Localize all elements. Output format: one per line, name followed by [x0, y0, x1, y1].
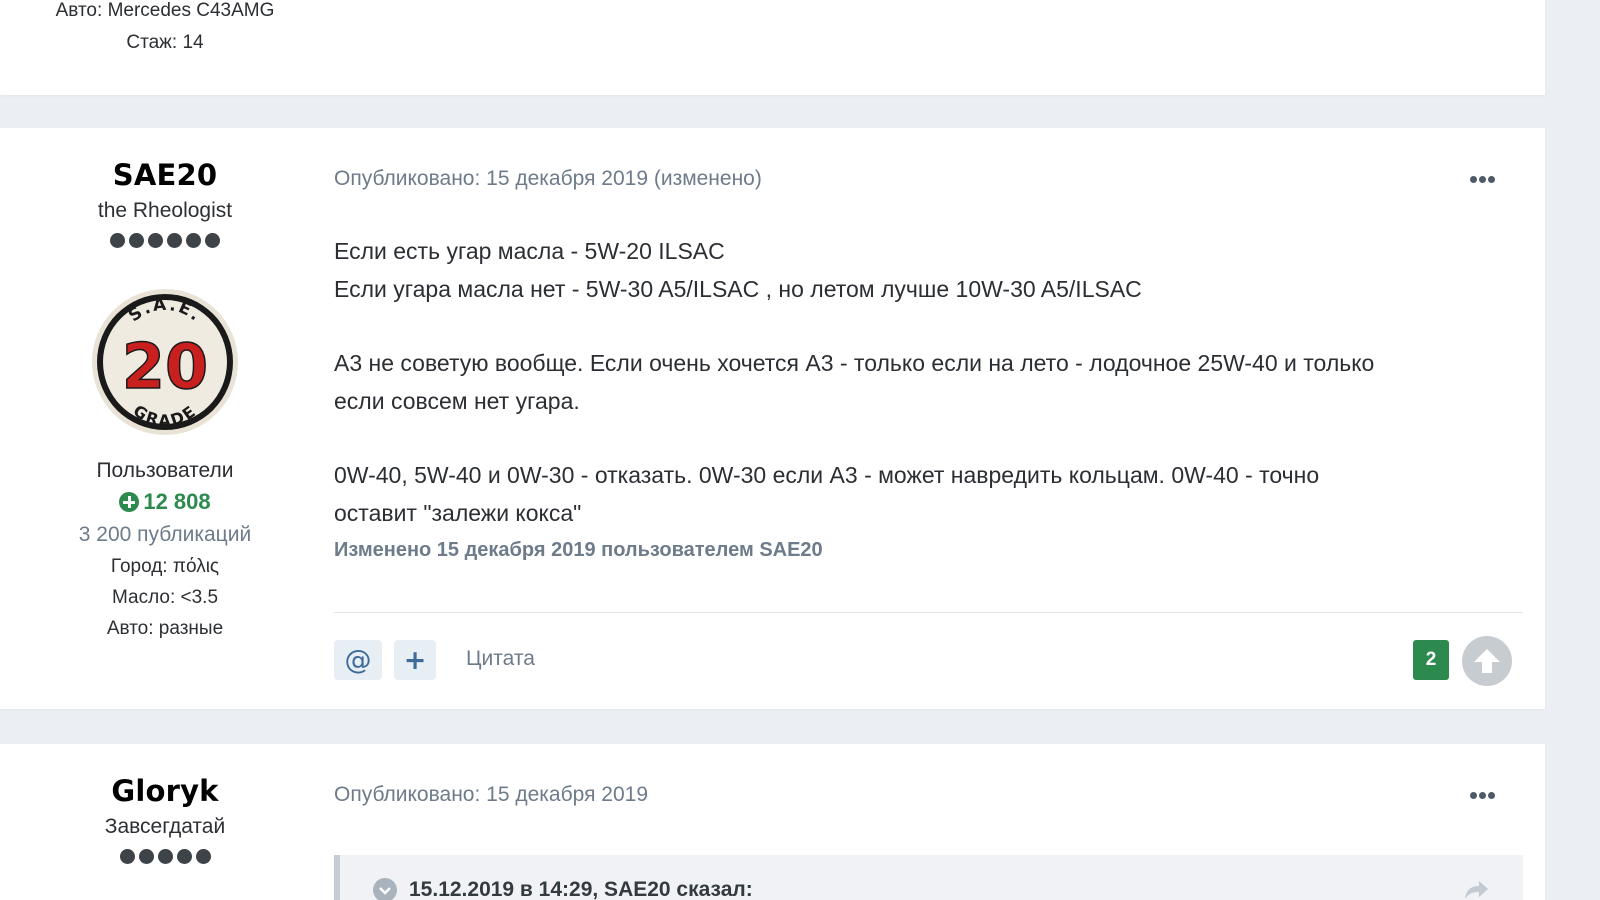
experience-value: 14	[182, 32, 204, 53]
author-name[interactable]: Gloryk	[0, 774, 330, 808]
avatar-number: 20	[122, 330, 208, 403]
mention-button[interactable]: @	[334, 640, 382, 680]
multiquote-button[interactable]: +	[394, 640, 436, 680]
post-card: SAE20 the Rheologist S.A.E. 20 GRADE Пол…	[0, 128, 1545, 709]
quote-block: 15.12.2019 в 14:29, SAE20 сказал:	[334, 855, 1523, 900]
quote-header[interactable]: 15.12.2019 в 14:29, SAE20 сказал:	[373, 878, 753, 900]
post-card: Авто: Mercedes C43AMG Стаж: 14	[0, 0, 1545, 95]
author-name[interactable]: SAE20	[0, 158, 330, 192]
more-options-icon[interactable]	[1470, 792, 1497, 799]
auto-label: Авто:	[55, 0, 103, 21]
quote-button[interactable]: Цитата	[466, 647, 535, 671]
post-date[interactable]: Опубликовано: 15 декабря 2019 (изменено)	[334, 167, 762, 191]
author-auto: Авто: Mercedes C43AMG	[0, 0, 330, 22]
author-auto: Авто: разные	[0, 618, 330, 640]
author-info: SAE20 the Rheologist S.A.E. 20 GRADE Пол…	[0, 158, 330, 640]
rank-dots	[0, 849, 330, 864]
oil-label: Масло:	[111, 587, 176, 608]
edited-note: Изменено 15 декабря 2019 пользователем S…	[334, 539, 823, 561]
plus-circle-icon	[119, 492, 140, 512]
post-text-line: А3 не советую вообще. Если очень хочется…	[334, 350, 1375, 376]
post-text-line: 0W-40, 5W-40 и 0W-30 - отказать. 0W-30 е…	[334, 462, 1320, 488]
author-title: the Rheologist	[97, 199, 233, 222]
author-info: Gloryk Завсегдатай	[0, 774, 330, 864]
reputation: 12 808	[0, 489, 330, 515]
rank-dots	[0, 233, 330, 248]
author-oil: Масло: <3.5	[0, 587, 330, 609]
auto-value: Mercedes C43AMG	[107, 0, 275, 21]
author-city: Город: πόλις	[0, 556, 330, 578]
author-info: Авто: Mercedes C43AMG Стаж: 14	[0, 0, 330, 54]
post-count[interactable]: 3 200 публикаций	[0, 523, 330, 547]
author-experience: Стаж: 14	[0, 32, 330, 54]
experience-label: Стаж:	[126, 32, 178, 53]
post-text-line: Если есть угар масла - 5W-20 ILSAC	[334, 238, 725, 264]
post-card: Gloryk Завсегдатай Опубликовано: 15 дека…	[0, 744, 1545, 900]
post-text-line: Если угара масла нет - 5W-30 A5/ILSAC , …	[334, 275, 1142, 302]
quote-header-text: 15.12.2019 в 14:29, SAE20 сказал:	[409, 878, 753, 900]
city-label: Город:	[110, 556, 168, 577]
arrow-up-icon	[1474, 649, 1500, 673]
divider	[334, 612, 1523, 613]
city-value: πόλις	[172, 556, 220, 577]
post-text-line: оставит "залежи кокса"	[334, 499, 582, 526]
post-date[interactable]: Опубликовано: 15 декабря 2019	[334, 783, 648, 807]
author-title: Завсегдатай	[104, 815, 226, 838]
auto-value: разные	[158, 618, 224, 639]
more-options-icon[interactable]	[1470, 176, 1497, 183]
reputation-count-badge[interactable]: 2	[1413, 640, 1449, 680]
reputation-value: 12 808	[143, 489, 211, 514]
auto-label: Авто:	[106, 618, 154, 639]
post-content: Если есть угар масла - 5W-20 ILSAC Если …	[334, 233, 1514, 564]
share-icon[interactable]	[1464, 879, 1490, 900]
oil-value: <3.5	[180, 587, 219, 608]
avatar[interactable]: S.A.E. 20 GRADE	[90, 287, 240, 437]
upvote-button[interactable]	[1462, 636, 1512, 686]
author-group: Пользователи	[96, 459, 234, 482]
post-text-line: если совсем нет угара.	[334, 387, 580, 414]
chevron-down-icon[interactable]	[373, 878, 397, 900]
